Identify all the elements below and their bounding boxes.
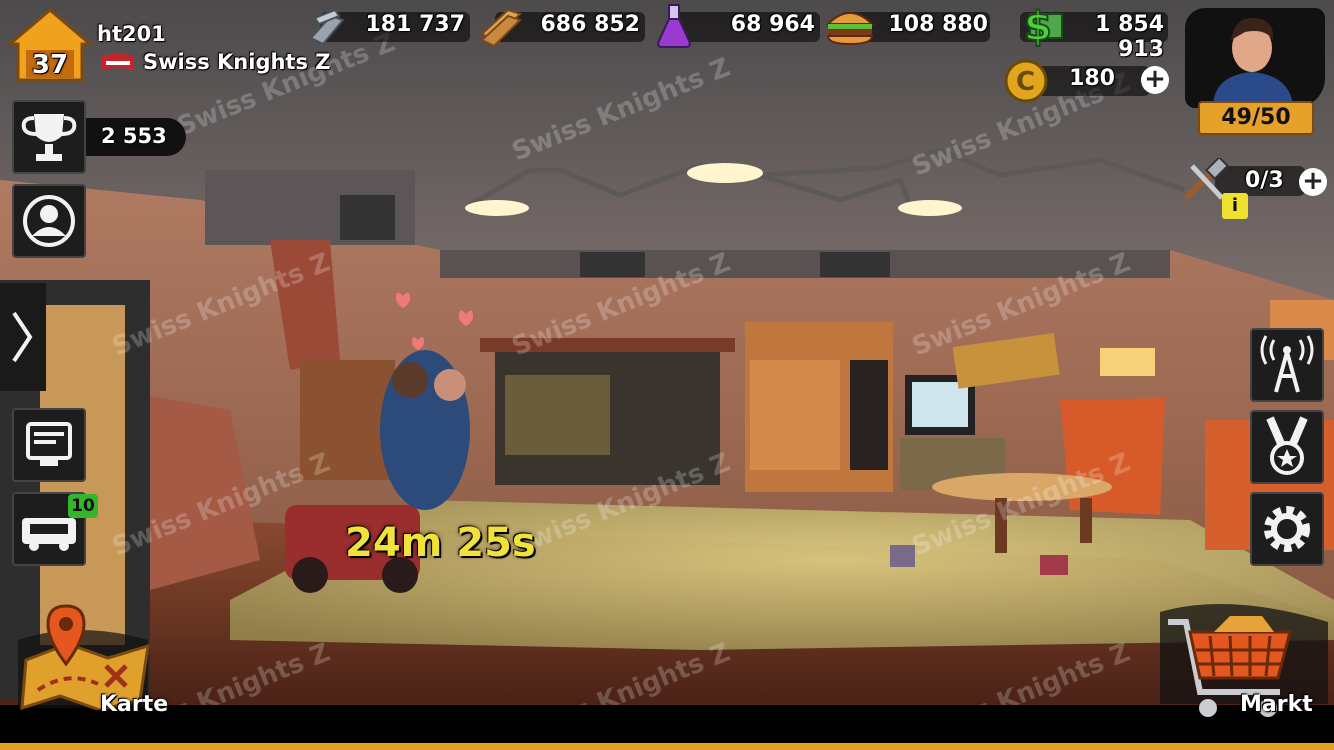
trophy-count: 2 553 — [101, 124, 167, 148]
profile-icon — [23, 195, 75, 247]
player-name: ht201 — [97, 22, 166, 46]
add-builder-button[interactable]: + — [1299, 168, 1327, 196]
info-icon[interactable]: i — [1222, 193, 1248, 219]
profile-button[interactable] — [12, 184, 86, 258]
coins-amount: 180 — [1069, 66, 1115, 91]
wood-amount: 686 852 — [540, 12, 640, 37]
builders-count: 0/3 — [1245, 168, 1284, 193]
bottom-bar — [0, 705, 1334, 743]
potion-amount: 68 964 — [730, 12, 815, 37]
level-badge[interactable]: 37 — [5, 8, 95, 82]
game-scene: Swiss Knights Z Swiss Knights Z Swiss Kn… — [0, 0, 1334, 750]
garage-badge: 10 — [68, 494, 98, 518]
medal-icon — [1266, 416, 1308, 475]
svg-text:C: C — [1016, 67, 1035, 97]
team-flag-icon — [100, 52, 136, 74]
food-amount: 108 880 — [888, 12, 988, 37]
settings-button[interactable] — [1250, 492, 1324, 566]
bottom-accent-strip — [0, 743, 1334, 750]
coin-icon: C — [1003, 58, 1049, 104]
trophy-button[interactable] — [12, 100, 86, 174]
radio-tower-button[interactable] — [1250, 328, 1324, 402]
expand-panel-button[interactable] — [0, 283, 46, 391]
medal-button[interactable] — [1250, 410, 1324, 484]
cash-amount: 1 854 913 — [1095, 12, 1164, 62]
steel-icon — [305, 6, 347, 48]
computer-icon — [26, 422, 72, 466]
wood-icon — [478, 4, 524, 48]
player-avatar[interactable] — [1205, 10, 1300, 105]
computer-button[interactable] — [12, 408, 86, 482]
chevron-right-icon — [12, 311, 33, 363]
gear-icon — [1264, 506, 1310, 552]
potion-icon — [654, 3, 694, 49]
trophy-icon — [21, 114, 77, 161]
player-level: 37 — [31, 50, 69, 80]
build-timer: 24m 25s — [345, 520, 536, 566]
energy-counter: 49/50 — [1198, 101, 1314, 135]
map-label: Karte — [100, 692, 169, 717]
team-name[interactable]: Swiss Knights Z — [143, 50, 331, 74]
market-label: Markt — [1240, 692, 1313, 717]
add-coins-button[interactable]: + — [1141, 66, 1169, 94]
food-icon — [824, 6, 876, 46]
radio-tower-icon — [1260, 335, 1314, 393]
steel-amount: 181 737 — [365, 12, 465, 37]
